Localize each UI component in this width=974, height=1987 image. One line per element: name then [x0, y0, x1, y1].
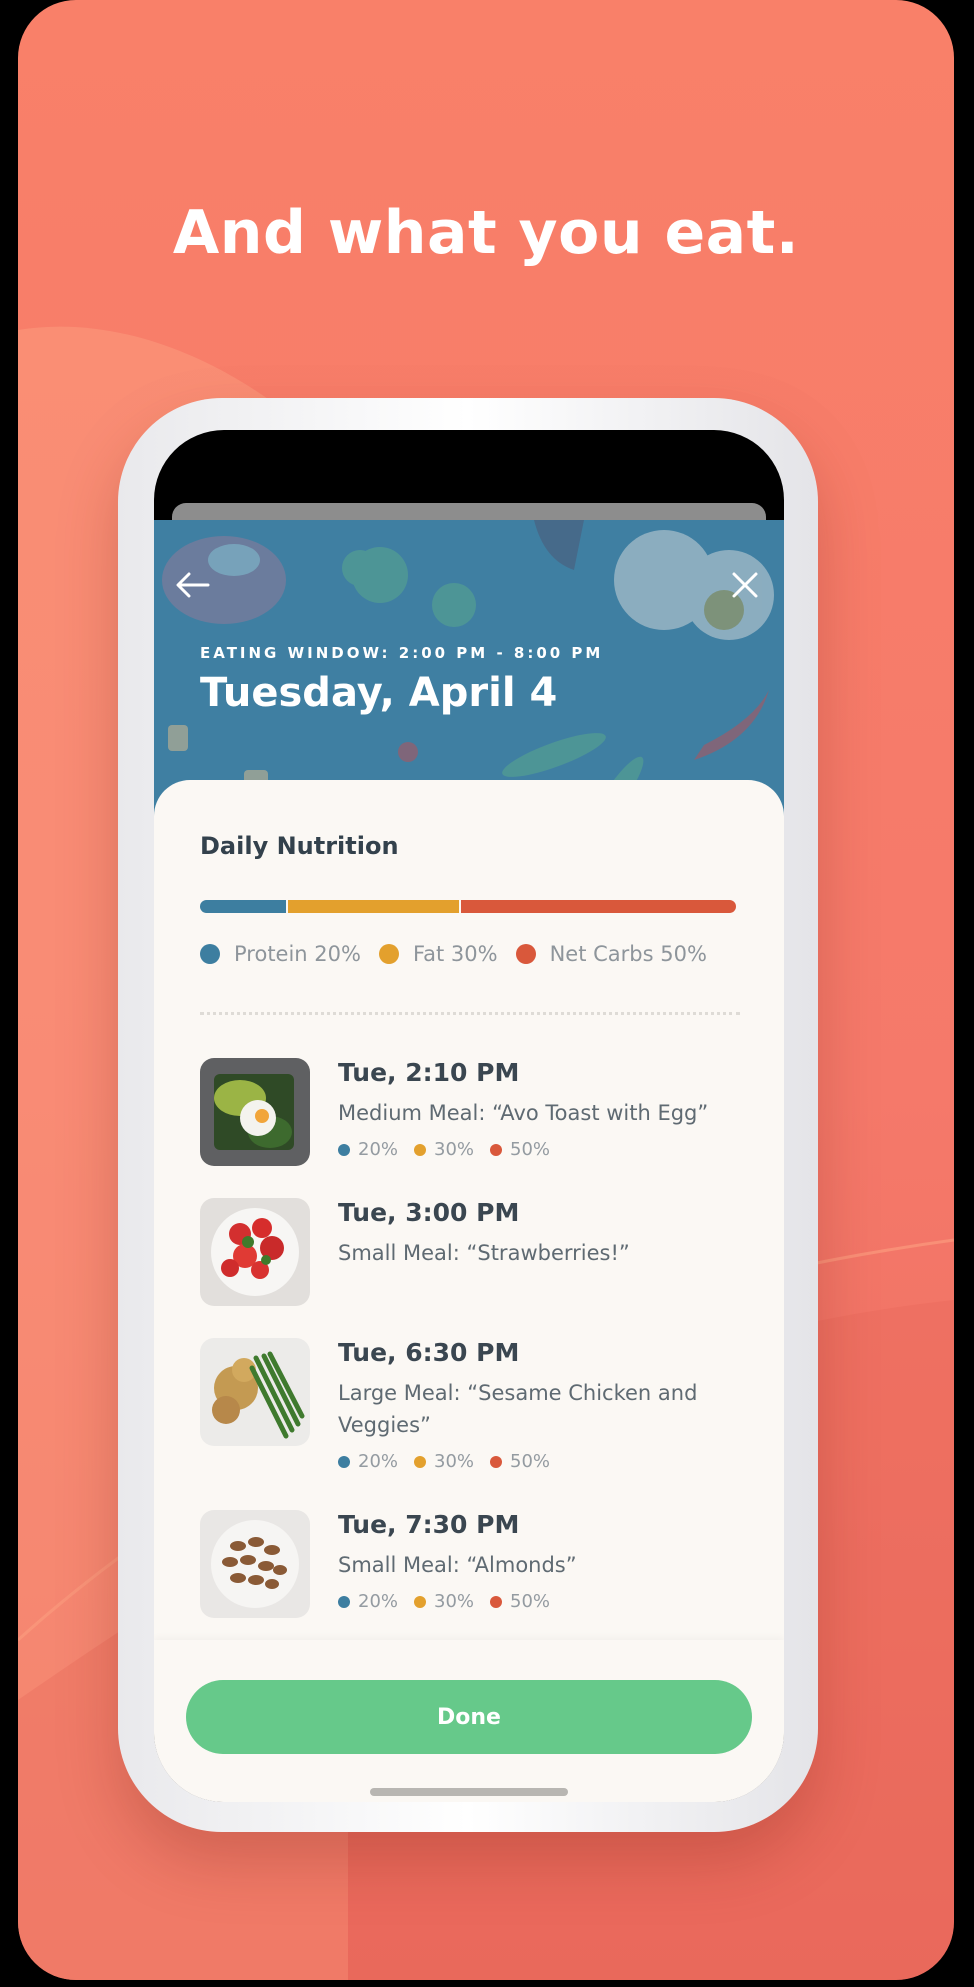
section-title: Daily Nutrition	[200, 832, 399, 860]
eating-window-label: EATING WINDOW: 2:00 PM - 8:00 PM	[200, 644, 604, 662]
meal-details: Tue, 3:00 PM Small Meal: “Strawberries!”	[338, 1198, 738, 1269]
meal-carbs: 50%	[490, 1451, 550, 1472]
meal-protein: 20%	[338, 1591, 398, 1612]
footer: Done	[154, 1640, 784, 1802]
legend-carbs: Net Carbs 50%	[515, 942, 707, 966]
meal-macros: 20% 30% 50%	[338, 1451, 738, 1472]
fat-dot	[378, 944, 399, 964]
legend-protein: Protein 20%	[200, 942, 361, 966]
macro-value: 20%	[358, 1451, 399, 1472]
meal-description: Small Meal: “Almonds”	[338, 1553, 577, 1577]
headline: And what you eat.	[172, 198, 800, 268]
legend-label: Net Carbs 50%	[549, 942, 707, 966]
meal-protein: 20%	[338, 1139, 398, 1160]
meal-details: Tue, 7:30 PM Small Meal: “Almonds” 20% 3…	[338, 1510, 738, 1612]
page-title: Tuesday, April 4	[200, 670, 558, 716]
macro-legend: Protein 20% Fat 30% Net Carbs 50%	[200, 942, 707, 966]
macro-value: 50%	[510, 1591, 551, 1612]
meal-macros: 20% 30% 50%	[338, 1591, 738, 1612]
legend-label: Protein 20%	[234, 942, 361, 966]
meal-description: Medium Meal: “Avo Toast with Egg”	[338, 1101, 709, 1125]
close-button[interactable]	[720, 560, 770, 610]
meal-photo	[200, 1510, 310, 1618]
meal-macros: 20% 30% 50%	[338, 1139, 738, 1160]
macro-bar-carbs	[461, 900, 736, 913]
nutrition-sheet: Daily Nutrition Protein 20% Fat 30% Net …	[154, 780, 784, 1802]
divider	[200, 1012, 740, 1015]
close-icon	[732, 572, 758, 598]
sesame-chicken-photo	[200, 1338, 310, 1446]
meal-photo	[200, 1198, 310, 1306]
meal-time: Tue, 6:30 PM	[338, 1338, 520, 1367]
strawberries-photo	[200, 1198, 310, 1306]
arrow-left-icon	[176, 572, 210, 598]
meal-fat: 30%	[414, 1591, 474, 1612]
phone-screen: EATING WINDOW: 2:00 PM - 8:00 PM Tuesday…	[154, 430, 784, 1802]
meal-time: Tue, 3:00 PM	[338, 1198, 520, 1227]
meal-protein: 20%	[338, 1451, 398, 1472]
avocado-toast-photo	[200, 1058, 310, 1166]
meal-time: Tue, 7:30 PM	[338, 1510, 520, 1539]
legend-label: Fat 30%	[412, 942, 498, 966]
macro-value: 20%	[358, 1591, 399, 1612]
macro-value: 30%	[434, 1451, 475, 1472]
carbs-dot	[515, 944, 536, 964]
meal-time: Tue, 2:10 PM	[338, 1058, 520, 1087]
meal-carbs: 50%	[490, 1591, 550, 1612]
protein-dot	[200, 944, 220, 964]
meal-description: Small Meal: “Strawberries!”	[338, 1241, 630, 1265]
almonds-photo	[200, 1510, 310, 1618]
meal-fat: 30%	[414, 1139, 474, 1160]
macro-bar	[200, 900, 736, 913]
legend-fat: Fat 30%	[378, 942, 498, 966]
home-indicator[interactable]	[370, 1788, 568, 1796]
macro-value: 20%	[358, 1139, 399, 1160]
meal-fat: 30%	[414, 1451, 474, 1472]
macro-value: 50%	[510, 1139, 551, 1160]
meal-details: Tue, 6:30 PM Large Meal: “Sesame Chicken…	[338, 1338, 738, 1472]
meal-description: Large Meal: “Sesame Chicken and Veggies”	[338, 1381, 698, 1437]
macro-value: 30%	[434, 1139, 475, 1160]
macro-value: 30%	[434, 1591, 475, 1612]
back-button[interactable]	[168, 560, 218, 610]
macro-bar-fat	[287, 900, 460, 913]
meal-details: Tue, 2:10 PM Medium Meal: “Avo Toast wit…	[338, 1058, 738, 1160]
meal-photo	[200, 1338, 310, 1446]
macro-bar-protein	[200, 900, 286, 913]
meal-carbs: 50%	[490, 1139, 550, 1160]
done-button[interactable]: Done	[186, 1680, 752, 1754]
macro-value: 50%	[510, 1451, 551, 1472]
meal-photo	[200, 1058, 310, 1166]
